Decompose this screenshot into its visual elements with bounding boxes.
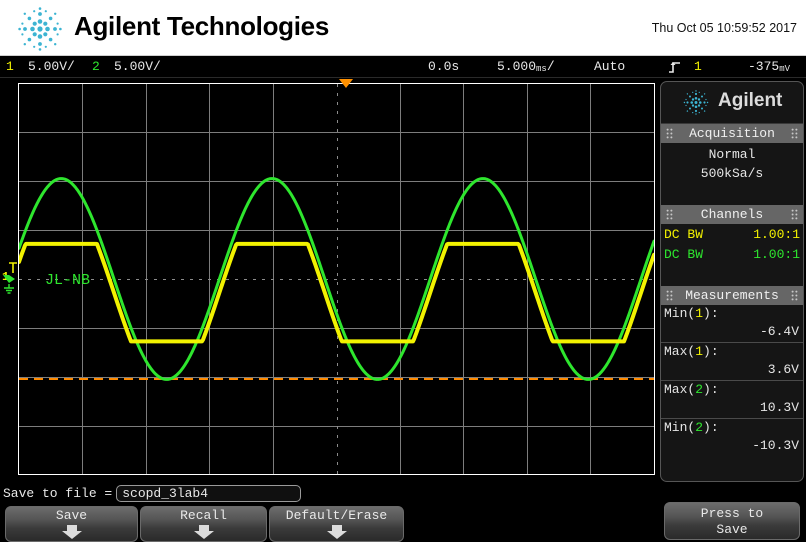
trigger-level-number: -375 xyxy=(748,59,780,74)
sidebar-section-header-acquisition[interactable]: Acquisition xyxy=(661,124,803,143)
down-arrow-icon xyxy=(191,525,217,539)
timebase-suffix: / xyxy=(546,59,555,74)
press-to-save-line1: Press to xyxy=(700,506,764,521)
scope-display[interactable]: 1 JL-NB xyxy=(0,79,656,479)
graticule[interactable]: JL-NB xyxy=(18,83,655,475)
measurement-channel: 2 xyxy=(695,420,704,435)
measurement-value: -6.4V xyxy=(759,324,799,339)
ch1-coupling: DC BW xyxy=(664,227,704,242)
info-sidebar: Agilent Acquisition Normal 500kSa/s Chan… xyxy=(660,81,804,482)
waveform-traces xyxy=(19,177,654,381)
app-header: Agilent Technologies Thu Oct 05 10:59:52… xyxy=(0,0,806,56)
drag-handle-icon xyxy=(791,128,798,139)
measurement-channel: 1 xyxy=(695,344,704,359)
measurement-channel: 1 xyxy=(695,306,704,321)
measurement-item[interactable]: Max(1): 3.6V xyxy=(661,343,803,381)
ch2-probe-ratio: 1.00:1 xyxy=(753,247,800,262)
measurement-channel: 2 xyxy=(695,382,704,397)
ch1-probe-ratio: 1.00:1 xyxy=(753,227,800,242)
ch2-trace xyxy=(19,177,654,381)
timebase-value[interactable]: 5.000ms/ xyxy=(497,59,555,74)
sidebar-logo-text: Agilent xyxy=(718,90,783,111)
acquisition-mode: Normal xyxy=(708,147,756,162)
measurement-value: 10.3V xyxy=(759,400,799,415)
measurement-suffix: ): xyxy=(703,420,719,435)
trigger-level-unit: mV xyxy=(779,64,791,74)
save-button[interactable]: Save xyxy=(5,506,138,542)
press-to-save-button[interactable]: Press to Save xyxy=(664,502,800,540)
measurement-label: Max(2): xyxy=(661,381,803,399)
trigger-level[interactable]: -375mV xyxy=(748,59,790,74)
measurement-value: 3.6V xyxy=(767,362,799,377)
down-arrow-icon xyxy=(324,525,350,539)
ch2-coupling: DC BW xyxy=(664,247,704,262)
drag-handle-icon xyxy=(666,209,673,220)
measurement-label: Min(2): xyxy=(661,419,803,437)
datetime-label: Thu Oct 05 10:59:52 2017 xyxy=(651,21,797,35)
sidebar-section-title: Channels xyxy=(700,207,764,222)
timebase-number: 5.000 xyxy=(497,59,537,74)
sidebar-section-header-channels[interactable]: Channels xyxy=(661,205,803,224)
sidebar-section-title: Measurements xyxy=(685,288,779,303)
drag-handle-icon xyxy=(666,290,673,301)
measurement-value: -10.3V xyxy=(752,438,799,453)
measurement-item[interactable]: Min(2): -10.3V xyxy=(661,419,803,456)
measurement-suffix: ): xyxy=(703,344,719,359)
channel-row-2[interactable]: DC BW 1.00:1 xyxy=(661,245,803,265)
acquisition-body: Normal 500kSa/s xyxy=(661,143,803,205)
drag-handle-icon xyxy=(666,128,673,139)
save-to-file-label: Save to file = xyxy=(3,485,113,501)
agilent-starburst-icon xyxy=(683,90,709,115)
measurements-body: Min(1): -6.4V Max(1): 3.6V Max(2): 10.3V… xyxy=(661,305,803,456)
recall-button-label: Recall xyxy=(180,508,227,523)
ch1-scale[interactable]: 5.00V/ xyxy=(28,59,75,74)
channels-body: DC BW 1.00:1 DC BW 1.00:1 xyxy=(661,224,803,286)
measurement-name: Max( xyxy=(664,382,696,397)
ch2-number[interactable]: 2 xyxy=(92,59,100,74)
channels-spacer xyxy=(661,265,803,281)
recall-button[interactable]: Recall xyxy=(140,506,267,542)
measurement-item[interactable]: Max(2): 10.3V xyxy=(661,381,803,419)
default-erase-button[interactable]: Default/Erase xyxy=(269,506,404,542)
trigger-mode[interactable]: Auto xyxy=(594,59,625,74)
measurement-name: Min( xyxy=(664,420,696,435)
measurement-label: Max(1): xyxy=(661,343,803,361)
save-button-label: Save xyxy=(55,508,88,523)
ch2-ground-symbol-icon xyxy=(4,284,14,294)
acquisition-rate: 500kSa/s xyxy=(700,166,764,181)
sidebar-section-header-measurements[interactable]: Measurements xyxy=(661,286,803,305)
timebase-unit: ms xyxy=(536,64,547,74)
bottom-toolbar: Save to file = Save Recall Default/Erase… xyxy=(0,482,806,542)
ch1-trace xyxy=(19,241,654,344)
down-arrow-icon xyxy=(59,525,85,539)
brand-title: Agilent Technologies xyxy=(74,11,329,41)
measurement-label: Min(1): xyxy=(661,305,803,323)
measurement-name: Max( xyxy=(664,344,696,359)
trigger-position-icon[interactable] xyxy=(339,79,353,88)
channel-annotation-label: JL-NB xyxy=(45,272,91,289)
measurement-suffix: ): xyxy=(703,382,719,397)
measurement-item[interactable]: Min(1): -6.4V xyxy=(661,305,803,343)
ch1-number[interactable]: 1 xyxy=(6,59,14,74)
trigger-source[interactable]: 1 xyxy=(694,59,702,74)
press-to-save-line2: Save xyxy=(716,522,748,537)
scope-status-bar: 1 5.00V/ 2 5.00V/ 0.0s 5.000ms/ Auto 1 -… xyxy=(0,56,806,78)
agilent-starburst-icon xyxy=(18,7,62,51)
save-filename-input[interactable] xyxy=(116,484,302,502)
measurement-suffix: ): xyxy=(703,306,719,321)
sidebar-logo: Agilent xyxy=(661,82,803,124)
drag-handle-icon xyxy=(791,290,798,301)
measurement-name: Min( xyxy=(664,306,696,321)
rising-edge-icon[interactable] xyxy=(668,60,681,74)
delay-value[interactable]: 0.0s xyxy=(428,59,459,74)
default-erase-button-label: Default/Erase xyxy=(285,508,388,523)
channel-row-1[interactable]: DC BW 1.00:1 xyxy=(661,225,803,245)
save-to-file-row: Save to file = xyxy=(3,484,302,502)
drag-handle-icon xyxy=(791,209,798,220)
sidebar-section-title: Acquisition xyxy=(689,126,775,141)
ch2-scale[interactable]: 5.00V/ xyxy=(114,59,161,74)
